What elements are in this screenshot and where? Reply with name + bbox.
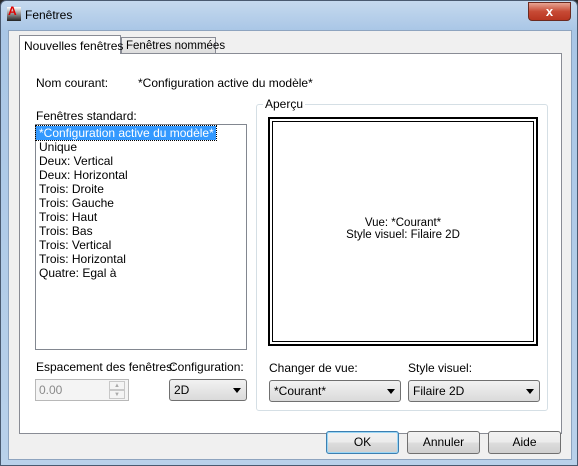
- configuration-label: Configuration:: [169, 360, 244, 374]
- list-item[interactable]: Deux: Horizontal: [36, 168, 246, 182]
- dialog-window: A Fenêtres x Nouvelles fenêtres Fenêtres…: [0, 0, 578, 466]
- current-name-label: Nom courant:: [36, 76, 109, 90]
- list-item[interactable]: Quatre: Egal à: [36, 266, 246, 280]
- spin-down-icon[interactable]: ▼: [109, 390, 125, 399]
- list-item[interactable]: Trois: Gauche: [36, 196, 246, 210]
- preview-area[interactable]: Vue: *Courant* Style visuel: Filaire 2D: [268, 117, 538, 346]
- help-button[interactable]: Aide: [488, 431, 561, 454]
- change-view-value: *Courant*: [274, 384, 327, 398]
- list-item[interactable]: Unique: [36, 140, 246, 154]
- spacing-value: 0.00: [39, 383, 63, 397]
- ok-button[interactable]: OK: [326, 431, 399, 454]
- standard-viewports-list[interactable]: *Configuration active du modèle* Unique De…: [35, 124, 247, 350]
- list-item[interactable]: Trois: Bas: [36, 224, 246, 238]
- cancel-button[interactable]: Annuler: [407, 431, 480, 454]
- preview-style-text: Style visuel: Filaire 2D: [346, 228, 460, 241]
- visual-style-label: Style visuel:: [408, 361, 473, 375]
- current-name-value: *Configuration active du modèle*: [138, 76, 313, 90]
- list-item[interactable]: Trois: Droite: [36, 182, 246, 196]
- change-view-combo[interactable]: *Courant*: [269, 380, 401, 402]
- dropdown-arrow-icon: [526, 389, 534, 394]
- tab-nouvelles-fenetres[interactable]: Nouvelles fenêtres: [19, 35, 123, 54]
- spacing-label: Espacement des fenêtres:: [36, 360, 176, 374]
- list-item[interactable]: Deux: Vertical: [36, 154, 246, 168]
- tab-fenetres-nommees[interactable]: Fenêtres nommées: [121, 37, 225, 54]
- dropdown-arrow-icon: [233, 388, 241, 393]
- client-area: Nouvelles fenêtres Fenêtres nommées Nom …: [8, 30, 572, 460]
- close-button[interactable]: x: [528, 2, 571, 21]
- visual-style-value: Filaire 2D: [413, 384, 465, 398]
- preview-view-text: Vue: *Courant*: [364, 216, 442, 229]
- preview-group: Aperçu Vue: *Courant* Style visuel: Fila…: [256, 97, 548, 411]
- dropdown-arrow-icon: [387, 389, 395, 394]
- window-title: Fenêtres: [25, 8, 73, 22]
- list-item[interactable]: Trois: Horizontal: [36, 252, 246, 266]
- configuration-value: 2D: [174, 383, 190, 397]
- tab-panel: Nom courant: *Configuration active du mo…: [19, 53, 562, 434]
- standard-label: Fenêtres standard:: [36, 109, 137, 123]
- configuration-combo[interactable]: 2D: [169, 379, 247, 401]
- preview-group-label: Aperçu: [263, 97, 306, 111]
- visual-style-combo[interactable]: Filaire 2D: [408, 380, 540, 402]
- spacing-spinner[interactable]: 0.00 ▲ ▼: [35, 379, 129, 401]
- spin-up-icon[interactable]: ▲: [109, 381, 125, 390]
- change-view-label: Changer de vue:: [269, 361, 358, 375]
- list-item[interactable]: *Configuration active du modèle*: [35, 125, 217, 141]
- list-item[interactable]: Trois: Haut: [36, 210, 246, 224]
- autocad-app-icon: A: [7, 4, 21, 21]
- list-item[interactable]: Trois: Vertical: [36, 238, 246, 252]
